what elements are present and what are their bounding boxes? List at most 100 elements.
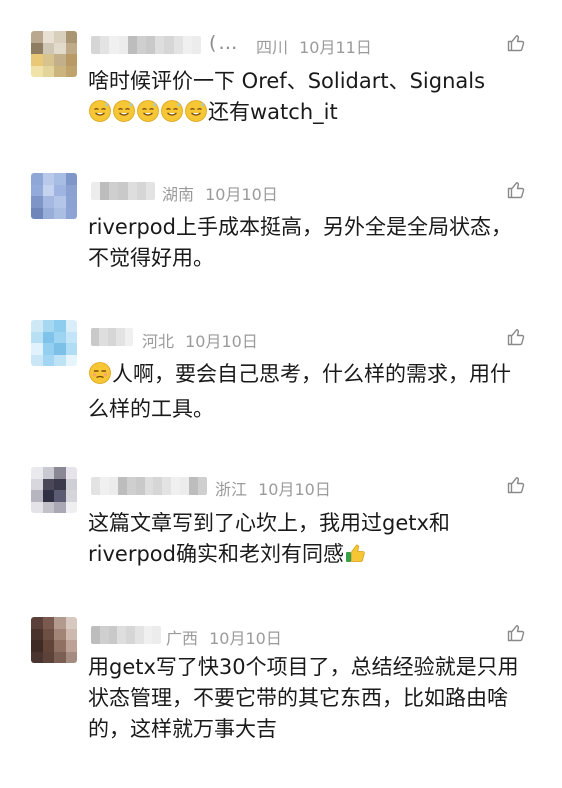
avatar-pixel xyxy=(31,501,43,513)
avatar-pixel xyxy=(42,617,54,629)
blur-block xyxy=(134,626,144,644)
blur-block xyxy=(91,328,100,346)
avatar-pixel xyxy=(54,331,66,343)
comment-text: 这篇文章写到了心坎上，我用过getx和riverpod确实和老刘有同感 xyxy=(88,508,528,574)
blur-block xyxy=(100,36,110,54)
avatar-pixel xyxy=(65,640,77,652)
avatar-pixel xyxy=(42,184,54,196)
avatar-pixel xyxy=(65,207,77,219)
thumbs-up-icon xyxy=(507,182,525,199)
like-button[interactable] xyxy=(506,327,526,347)
blur-block xyxy=(126,477,136,495)
blur-block xyxy=(182,36,192,54)
avatar-pixel xyxy=(42,207,54,219)
like-button[interactable] xyxy=(506,33,526,53)
avatar-pixel xyxy=(42,42,54,54)
avatar-pixel xyxy=(42,467,54,479)
blur-block xyxy=(91,477,100,495)
comment-text: 啥时候评价一下 Oref、Solidart、Signals 还有watch_it xyxy=(88,66,528,132)
username-blurred[interactable] xyxy=(91,36,201,54)
avatar[interactable] xyxy=(31,617,77,663)
avatar-pixel xyxy=(54,54,66,66)
blur-block xyxy=(144,477,154,495)
blur-block xyxy=(152,626,161,644)
avatar-pixel xyxy=(54,173,66,185)
avatar-pixel xyxy=(65,651,77,663)
thumbs-up-icon xyxy=(507,35,525,52)
avatar-pixel xyxy=(42,490,54,502)
avatar-pixel xyxy=(54,354,66,366)
avatar-pixel xyxy=(54,343,66,355)
avatar-pixel xyxy=(65,31,77,43)
avatar-pixel xyxy=(65,354,77,366)
avatar-pixel xyxy=(65,173,77,185)
avatar-pixel xyxy=(54,196,66,208)
blur-block xyxy=(116,328,125,346)
blur-block xyxy=(136,36,147,54)
comment-region: 河北 xyxy=(142,332,175,351)
blur-block xyxy=(162,477,172,495)
comment-date: 10月10日 xyxy=(258,480,331,499)
like-button[interactable] xyxy=(506,180,526,200)
avatar-pixel xyxy=(31,184,43,196)
avatar-pixel xyxy=(54,31,66,43)
username-blurred[interactable] xyxy=(91,477,207,495)
blur-block xyxy=(126,626,135,644)
avatar[interactable] xyxy=(31,467,77,513)
comment-date: 10月10日 xyxy=(185,332,258,351)
avatar-pixel xyxy=(31,31,43,43)
avatar-pixel xyxy=(54,490,66,502)
blur-block xyxy=(164,36,174,54)
blur-block xyxy=(171,477,181,495)
blur-block xyxy=(117,626,126,644)
username-blurred[interactable] xyxy=(91,626,161,644)
sweat-smile-emoji xyxy=(112,99,136,132)
comment-text: 用getx写了快30个项目了，总结经验就是只用状态管理，不要它带的其它东西，比如… xyxy=(88,655,519,741)
blur-block xyxy=(189,477,199,495)
avatar[interactable] xyxy=(31,31,77,77)
username-blurred[interactable] xyxy=(91,182,155,200)
avatar-pixel xyxy=(31,331,43,343)
avatar[interactable] xyxy=(31,320,77,366)
avatar-pixel xyxy=(42,343,54,355)
avatar-pixel xyxy=(31,320,43,332)
avatar-pixel xyxy=(65,343,77,355)
thumbs-up-emoji xyxy=(344,541,368,574)
blur-block xyxy=(107,328,117,346)
avatar-pixel xyxy=(31,628,43,640)
avatar-pixel xyxy=(65,42,77,54)
avatar-pixel xyxy=(31,490,43,502)
avatar-pixel xyxy=(65,331,77,343)
sweat-smile-emoji xyxy=(88,99,112,132)
avatar-pixel xyxy=(54,42,66,54)
blur-block xyxy=(118,182,128,200)
avatar-pixel xyxy=(65,628,77,640)
blur-block xyxy=(117,477,127,495)
avatar-pixel xyxy=(31,354,43,366)
avatar[interactable] xyxy=(31,173,77,219)
blur-block xyxy=(146,36,156,54)
avatar-pixel xyxy=(65,196,77,208)
avatar-pixel xyxy=(54,628,66,640)
avatar-pixel xyxy=(65,320,77,332)
comment-region: 浙江 xyxy=(215,480,248,499)
blur-block xyxy=(155,36,165,54)
blur-block xyxy=(100,182,110,200)
avatar-pixel xyxy=(42,54,54,66)
avatar-pixel xyxy=(42,331,54,343)
blur-block xyxy=(143,626,153,644)
avatar-pixel xyxy=(54,320,66,332)
avatar-pixel xyxy=(31,617,43,629)
like-button[interactable] xyxy=(506,623,526,643)
comment-meta: 河北 10月10日 xyxy=(142,328,258,352)
blur-block xyxy=(127,36,137,54)
avatar-pixel xyxy=(42,65,54,77)
avatar-pixel xyxy=(42,173,54,185)
blur-block xyxy=(135,477,145,495)
comment-date: 10月10日 xyxy=(209,629,282,648)
avatar-pixel xyxy=(54,651,66,663)
avatar-pixel xyxy=(42,354,54,366)
username-blurred[interactable] xyxy=(91,328,133,346)
blur-block xyxy=(191,36,201,54)
like-button[interactable] xyxy=(506,475,526,495)
